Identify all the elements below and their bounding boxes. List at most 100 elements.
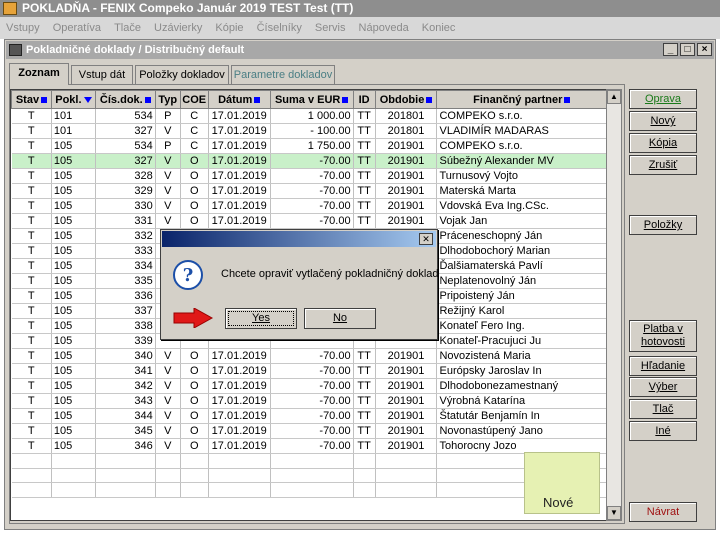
table-cell: P bbox=[155, 138, 181, 154]
table-cell: TT bbox=[353, 423, 376, 439]
table-row[interactable]: T 105 534 P C 17.01.2019 1 750.00 TT 201901 COMPE… bbox=[11, 138, 607, 154]
ine-button[interactable]: Iné bbox=[629, 421, 697, 441]
col-obdobie[interactable]: Obdobie bbox=[374, 90, 438, 109]
col-typ[interactable]: Typ bbox=[154, 90, 181, 109]
table-row[interactable]: T 105 343 V O 17.01.2019 -70.00 TT 201901 Výrobná… bbox=[11, 393, 607, 409]
table-cell: T bbox=[11, 198, 52, 214]
table-cell: Materská Marta bbox=[436, 183, 607, 199]
table-cell: 201901 bbox=[375, 438, 438, 454]
col-partner[interactable]: Finančný partner bbox=[436, 90, 607, 109]
table-cell: -70.00 bbox=[270, 408, 354, 424]
table-row[interactable]: T 101 327 V C 17.01.2019- 100.00 TT 201801 VLADI… bbox=[11, 123, 607, 139]
menu-koniec[interactable]: Koniec bbox=[422, 22, 456, 34]
table-cell: V bbox=[155, 123, 181, 139]
menu-tlace[interactable]: Tlače bbox=[114, 22, 141, 34]
menu-kopie[interactable]: Kópie bbox=[215, 22, 243, 34]
table-cell: -70.00 bbox=[270, 198, 354, 214]
table-cell: 17.01.2019 bbox=[208, 168, 271, 184]
table-cell bbox=[155, 482, 181, 499]
app-icon bbox=[3, 2, 17, 15]
tab-parametre-dokladov[interactable]: Parametre dokladov bbox=[231, 65, 335, 85]
col-suma[interactable]: Suma v EUR bbox=[269, 90, 354, 109]
sort-marker-icon bbox=[41, 96, 48, 103]
maximize-button[interactable]: □ bbox=[680, 43, 695, 56]
table-row[interactable]: T 101 534 P C 17.01.2019 1 000.00 TT 201801 COMPE… bbox=[11, 108, 607, 124]
scroll-down-icon[interactable]: ▼ bbox=[607, 506, 621, 520]
table-cell: Konateľ Fero Ing. bbox=[436, 318, 607, 334]
table-cell: Vdovská Eva Ing.CSc. bbox=[436, 198, 607, 214]
table-cell: O bbox=[180, 213, 209, 229]
table-cell: 105 bbox=[51, 363, 96, 379]
table-row[interactable]: T 105 346 V O 17.01.2019 -70.00 TT 201901 Tohoroc… bbox=[11, 438, 607, 454]
col-cis-dok[interactable]: Čís.dok. bbox=[94, 90, 156, 109]
table-cell: 105 bbox=[51, 273, 96, 289]
yes-button[interactable]: Yes bbox=[225, 308, 297, 329]
table-row[interactable]: T 105 330 V O 17.01.2019 -70.00 TT 201901 Vdovská… bbox=[11, 198, 607, 214]
table-row[interactable]: T 105 328 V O 17.01.2019 -70.00 TT 201901 Turnuso… bbox=[11, 168, 607, 184]
col-id[interactable]: ID bbox=[352, 90, 376, 109]
table-row[interactable]: T 105 340 V O 17.01.2019 -70.00 TT 201901 Novozis… bbox=[11, 348, 607, 364]
table-row[interactable]: T 105 342 V O 17.01.2019 -70.00 TT 201901 Dlhodob… bbox=[11, 378, 607, 394]
table-cell: V bbox=[155, 363, 181, 379]
table-row[interactable]: T 105 344 V O 17.01.2019 -70.00 TT 201901 Štatutá… bbox=[11, 408, 607, 424]
platba-v-hotovosti-button[interactable]: Platba v hotovosti bbox=[629, 320, 697, 352]
table-cell: Súbežný Alexander MV bbox=[436, 153, 607, 169]
dialog-message: Chcete opraviť vytlačený pokladničný dok… bbox=[221, 268, 439, 280]
vyber-button[interactable]: Výber bbox=[629, 377, 697, 397]
table-cell bbox=[51, 468, 96, 484]
hladanie-button[interactable]: Hľadanie bbox=[629, 356, 697, 376]
table-row[interactable]: T 105 327 V O 17.01.2019 -70.00 TT 201901 Súbežný… bbox=[11, 153, 607, 169]
table-cell: Výrobná Katarína bbox=[436, 393, 607, 409]
no-button[interactable]: No bbox=[304, 308, 376, 329]
tab-zoznam[interactable]: Zoznam bbox=[9, 63, 69, 85]
table-row[interactable] bbox=[11, 468, 607, 484]
table-row[interactable] bbox=[11, 453, 607, 469]
table-row[interactable]: T 105 329 V O 17.01.2019 -70.00 TT 201901 Matersk… bbox=[11, 183, 607, 199]
sort-down-icon bbox=[83, 96, 92, 103]
table-row[interactable] bbox=[11, 482, 607, 499]
oprava-button[interactable]: Oprava bbox=[629, 89, 697, 109]
table-cell: Štatutár Benjamín In bbox=[436, 408, 607, 424]
table-cell: Konateľ-Pracujuci Ju bbox=[436, 333, 607, 349]
table-cell: 334 bbox=[95, 258, 156, 274]
col-datum[interactable]: Dátum bbox=[207, 90, 271, 109]
menu-napoveda[interactable]: Nápoveda bbox=[359, 22, 409, 34]
tlac-button[interactable]: Tlač bbox=[629, 399, 697, 419]
table-cell: 534 bbox=[95, 108, 156, 124]
table-cell: -70.00 bbox=[270, 423, 354, 439]
menu-ciselniky[interactable]: Číselníky bbox=[257, 22, 302, 34]
menu-servis[interactable]: Servis bbox=[315, 22, 346, 34]
navrat-button[interactable]: Návrat bbox=[629, 502, 697, 522]
table-cell: TT bbox=[353, 213, 376, 229]
table-cell: 101 bbox=[51, 123, 96, 139]
table-row[interactable]: T 105 331 V O 17.01.2019 -70.00 TT 201901 Vojak J… bbox=[11, 213, 607, 229]
table-cell: T bbox=[11, 123, 52, 139]
menu-vstupy[interactable]: Vstupy bbox=[6, 22, 40, 34]
vertical-scrollbar[interactable]: ▲ ▼ bbox=[606, 89, 622, 521]
kopia-button[interactable]: Kópia bbox=[629, 133, 697, 153]
menu-operativa[interactable]: Operatíva bbox=[53, 22, 101, 34]
table-cell: O bbox=[180, 378, 209, 394]
table-cell bbox=[11, 482, 52, 499]
tab-vstup-dat[interactable]: Vstup dát bbox=[71, 65, 133, 85]
zrusit-button[interactable]: Zrušiť bbox=[629, 155, 697, 175]
col-stav[interactable]: Stav bbox=[11, 90, 52, 109]
novy-button[interactable]: Nový bbox=[629, 111, 697, 131]
close-button[interactable]: × bbox=[697, 43, 712, 56]
table-cell: V bbox=[155, 168, 181, 184]
table-cell: T bbox=[11, 438, 52, 454]
table-row[interactable]: T 105 341 V O 17.01.2019 -70.00 TT 201901 Európsk… bbox=[11, 363, 607, 379]
minimize-button[interactable]: _ bbox=[663, 43, 678, 56]
col-coe[interactable]: COE bbox=[179, 90, 209, 109]
table-row[interactable]: T 105 345 V O 17.01.2019 -70.00 TT 201901 Novonas… bbox=[11, 423, 607, 439]
menu-uzavierky[interactable]: Uzávierky bbox=[154, 22, 202, 34]
scroll-up-icon[interactable]: ▲ bbox=[607, 90, 621, 104]
dialog-close-icon[interactable]: ✕ bbox=[419, 233, 433, 245]
table-cell: T bbox=[11, 333, 52, 349]
tab-polozky-dokladov[interactable]: Položky dokladov bbox=[135, 65, 229, 85]
polozky-button[interactable]: Položky bbox=[629, 215, 697, 235]
col-pokl[interactable]: Pokl. bbox=[50, 90, 96, 109]
table-cell bbox=[375, 453, 438, 469]
table-cell: 201801 bbox=[375, 123, 438, 139]
sort-marker-icon bbox=[342, 96, 349, 103]
